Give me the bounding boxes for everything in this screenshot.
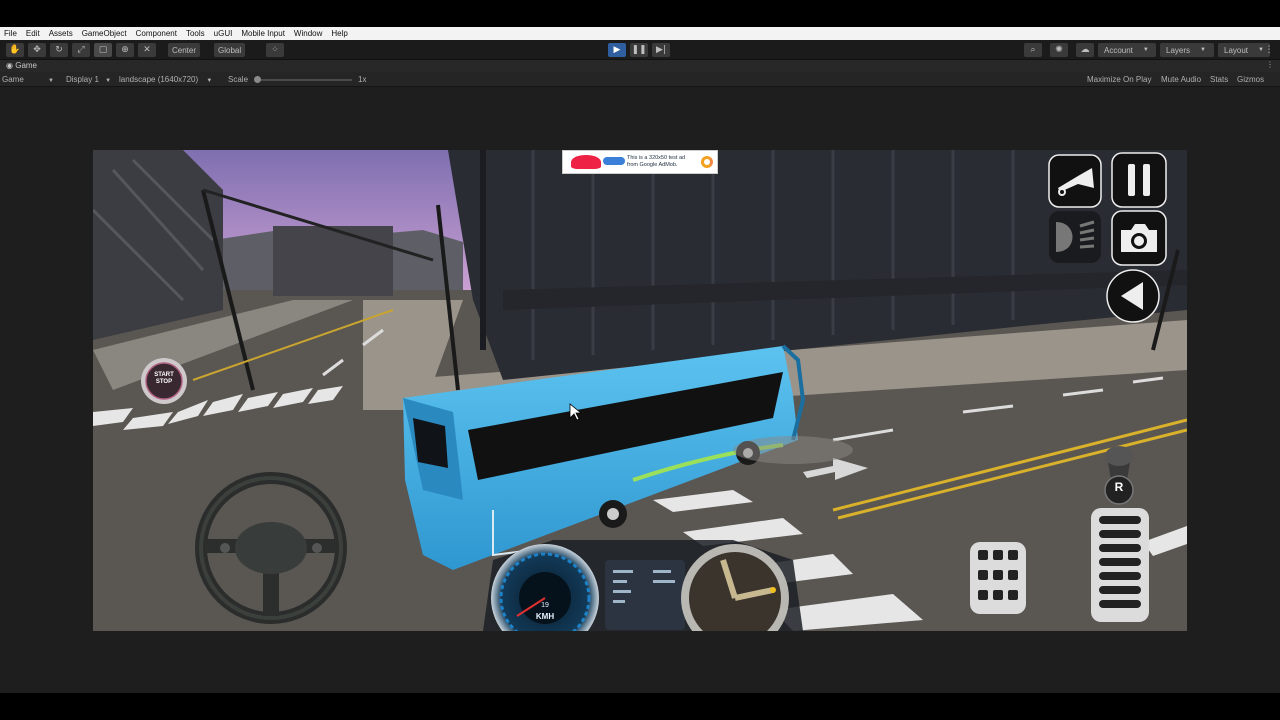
resolution-select-value: landscape (1640x720) xyxy=(119,75,199,84)
dashboard-cluster xyxy=(483,540,803,631)
chevron-down-icon: ▼ xyxy=(1200,47,1206,53)
start-label: START xyxy=(154,372,174,378)
rect-tool-icon[interactable]: ▢ xyxy=(94,43,112,57)
account-dropdown[interactable]: Account ▼ xyxy=(1098,43,1156,57)
account-label: Account xyxy=(1104,45,1133,55)
move-tool-icon[interactable]: ✥ xyxy=(28,43,46,57)
main-toolbar: ✋ ✥ ↻ ⤢ ▢ ⊕ ✕ Center Global ⁘ ▶ ❚❚ ▶| ⌕ … xyxy=(0,40,1280,60)
ad-text: This is a 320x50 test ad from Google AdM… xyxy=(627,155,686,168)
pivot-center-label: Center xyxy=(172,45,197,55)
mute-audio-toggle[interactable]: Mute Audio xyxy=(1161,75,1201,84)
pause-button[interactable]: ❚❚ xyxy=(630,43,648,57)
layout-label: Layout xyxy=(1224,45,1249,55)
back-arrow-icon[interactable] xyxy=(1105,268,1161,324)
pivot-center-toggle[interactable]: Center xyxy=(168,43,201,57)
hand-tool-icon[interactable]: ✋ xyxy=(6,43,24,57)
unity-editor-window: File Edit Assets GameObject Component To… xyxy=(0,27,1280,693)
admob-logo-icon xyxy=(701,156,713,168)
menu-component[interactable]: Component xyxy=(136,29,177,38)
scale-slider-track[interactable] xyxy=(256,79,352,81)
scale-value: 1x xyxy=(358,75,367,84)
ad-mascot-icon xyxy=(571,155,601,169)
menu-bar: File Edit Assets GameObject Component To… xyxy=(0,27,1280,40)
play-button[interactable]: ▶ xyxy=(608,43,626,57)
scale-slider-handle[interactable] xyxy=(254,76,261,83)
layers-label: Layers xyxy=(1166,45,1191,55)
stats-toggle[interactable]: Stats xyxy=(1210,75,1228,84)
more-options-icon[interactable]: ⋮ xyxy=(1262,43,1276,57)
gear-label: R xyxy=(1114,480,1124,494)
game-view-tab-strip: ◉ Game ⋮ xyxy=(0,60,1280,72)
chevron-down-icon: ▼ xyxy=(206,78,213,84)
menu-window[interactable]: Window xyxy=(294,29,322,38)
layers-dropdown[interactable]: Layers ▼ xyxy=(1160,43,1214,57)
chevron-down-icon: ▼ xyxy=(1142,47,1149,53)
custom-tool-icon[interactable]: ✕ xyxy=(138,43,156,57)
speed-value: 19 xyxy=(541,602,549,609)
grid-snap-icon[interactable]: ⁘ xyxy=(266,43,284,57)
menu-help[interactable]: Help xyxy=(331,29,347,38)
menu-ugui[interactable]: uGUI xyxy=(214,29,233,38)
view-select-value: Game xyxy=(2,75,24,84)
display-select[interactable]: Display 1 ▼ xyxy=(66,75,111,84)
view-select[interactable]: Game ▼ xyxy=(2,75,54,84)
gizmos-toggle[interactable]: Gizmos xyxy=(1237,75,1264,84)
pivot-global-label: Global xyxy=(218,45,242,55)
chevron-down-icon: ▼ xyxy=(48,78,54,84)
start-stop-label: START STOP xyxy=(145,372,183,386)
step-button[interactable]: ▶| xyxy=(652,43,670,57)
resolution-select[interactable]: landscape (1640x720) ▼ xyxy=(119,75,212,84)
brake-pedal-icon[interactable] xyxy=(968,540,1028,616)
accelerator-pedal-icon[interactable] xyxy=(1089,506,1151,624)
tab-options-icon[interactable]: ⋮ xyxy=(1266,60,1274,69)
pivot-global-toggle[interactable]: Global xyxy=(214,43,246,57)
horn-icon[interactable] xyxy=(1048,154,1102,208)
menu-edit[interactable]: Edit xyxy=(26,29,40,38)
tab-game[interactable]: ◉ Game xyxy=(6,61,37,70)
transform-tool-icon[interactable]: ⊕ xyxy=(116,43,134,57)
rotate-tool-icon[interactable]: ↻ xyxy=(50,43,68,57)
headlight-icon[interactable] xyxy=(1048,210,1102,264)
menu-gameobject[interactable]: GameObject xyxy=(82,29,127,38)
stop-label: STOP xyxy=(155,379,173,385)
game-render[interactable]: This is a 320x50 test ad from Google AdM… xyxy=(93,150,1187,631)
screen-frame: File Edit Assets GameObject Component To… xyxy=(0,0,1280,720)
game-viewport: This is a 320x50 test ad from Google AdM… xyxy=(0,87,1280,693)
speed-unit: KMH xyxy=(535,612,555,621)
game-view-control-bar: Game ▼ Display 1 ▼ landscape (1640x720) … xyxy=(0,72,1280,87)
services-icon[interactable]: ✺ xyxy=(1050,43,1068,57)
menu-tools[interactable]: Tools xyxy=(186,29,205,38)
ad-logo-icon xyxy=(603,157,625,165)
pause-icon[interactable] xyxy=(1111,152,1167,208)
steering-wheel-icon[interactable] xyxy=(191,468,351,628)
tab-game-label: Game xyxy=(15,61,38,70)
admob-test-ad-banner[interactable]: This is a 320x50 test ad from Google AdM… xyxy=(562,150,718,174)
scale-tool-icon[interactable]: ⤢ xyxy=(72,43,90,57)
display-select-value: Display 1 xyxy=(66,75,99,84)
chevron-down-icon: ▼ xyxy=(105,78,112,84)
cloud-icon[interactable]: ☁ xyxy=(1076,43,1094,57)
menu-mobile-input[interactable]: Mobile Input xyxy=(241,29,285,38)
search-icon[interactable]: ⌕ xyxy=(1024,43,1042,57)
menu-file[interactable]: File xyxy=(4,29,17,38)
menu-assets[interactable]: Assets xyxy=(49,29,73,38)
camera-icon[interactable] xyxy=(1111,210,1167,266)
gear-shift-lever[interactable] xyxy=(1097,440,1141,508)
game-controller-icon: ◉ xyxy=(6,61,13,70)
maximize-on-play-toggle[interactable]: Maximize On Play xyxy=(1087,75,1151,84)
scale-label: Scale xyxy=(228,75,249,84)
